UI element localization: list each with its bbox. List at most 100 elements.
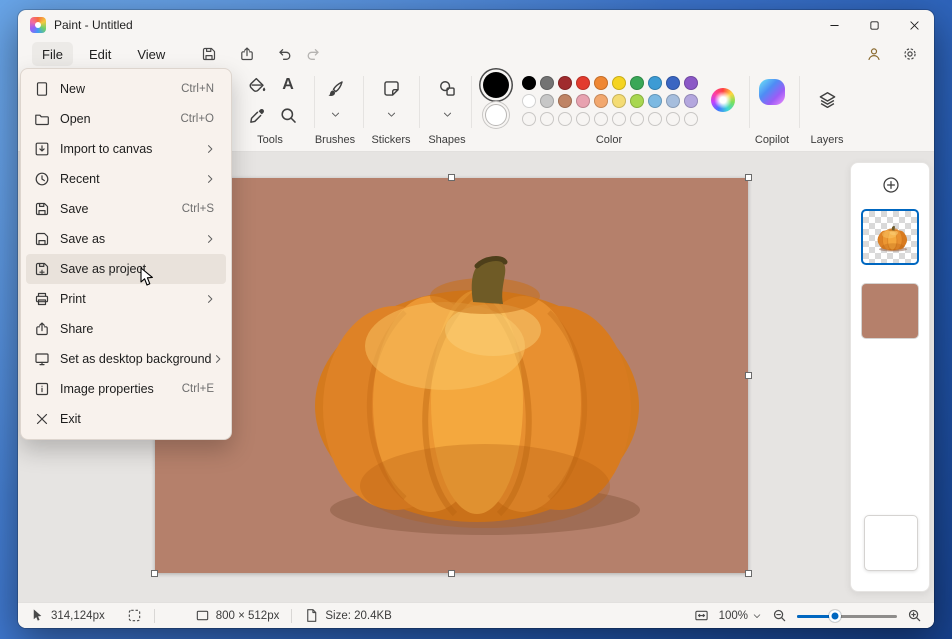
custom-color-slot[interactable] <box>630 112 644 126</box>
custom-color-slot[interactable] <box>648 112 662 126</box>
custom-color-slot[interactable] <box>576 112 590 126</box>
copilot-button[interactable] <box>759 79 785 105</box>
maximize-button[interactable] <box>854 10 894 40</box>
text-tool-glyph: A <box>282 77 294 93</box>
menu-item-save-as-project[interactable]: Save as project <box>26 254 226 284</box>
close-button[interactable] <box>894 10 934 40</box>
menu-item-print[interactable]: Print <box>26 284 226 314</box>
menu-item-import-to-canvas[interactable]: Import to canvas <box>26 134 226 164</box>
color-swatch[interactable] <box>648 76 662 90</box>
undo-button[interactable] <box>271 42 299 66</box>
zoom-out-icon[interactable] <box>772 608 787 623</box>
account-icon[interactable] <box>860 42 888 66</box>
color-swatch[interactable] <box>666 76 680 90</box>
stickers-dropdown-chevron[interactable] <box>383 108 399 120</box>
custom-color-slot[interactable] <box>558 112 572 126</box>
fit-to-screen-icon[interactable] <box>694 608 709 623</box>
zoom-level-dropdown[interactable]: 100% <box>719 610 762 622</box>
custom-color-slot[interactable] <box>666 112 680 126</box>
submenu-chevron-icon <box>204 233 216 245</box>
edit-menu-button[interactable]: Edit <box>79 42 121 66</box>
resize-handle-top-center[interactable] <box>448 174 455 181</box>
color-swatch[interactable] <box>630 76 644 90</box>
submenu-chevron-icon <box>204 143 216 155</box>
zoom-slider-thumb[interactable] <box>829 610 841 622</box>
color-swatch[interactable] <box>576 94 590 108</box>
brushes-button[interactable] <box>321 74 349 102</box>
text-tool[interactable]: A <box>274 71 302 99</box>
menu-item-save-as[interactable]: Save as <box>26 224 226 254</box>
secondary-color-swatch[interactable] <box>485 104 507 126</box>
selection-size-icon[interactable] <box>127 608 142 623</box>
menu-item-open[interactable]: Open Ctrl+O <box>26 104 226 134</box>
brushes-dropdown-chevron[interactable] <box>327 108 343 120</box>
custom-color-slot[interactable] <box>684 112 698 126</box>
menu-item-share[interactable]: Share <box>26 314 226 344</box>
paint-window: Paint - Untitled File Edit View <box>18 10 934 628</box>
layers-button[interactable] <box>813 85 841 113</box>
color-swatch[interactable] <box>648 94 662 108</box>
statusbar: 314,124px 800 × 512px <box>18 602 934 628</box>
menu-item-image-properties[interactable]: Image properties Ctrl+E <box>26 374 226 404</box>
color-swatch[interactable] <box>576 76 590 90</box>
resize-handle-bottom-left[interactable] <box>151 570 158 577</box>
eyedropper-tool[interactable] <box>243 101 271 129</box>
view-menu-button[interactable]: View <box>127 42 175 66</box>
ribbon-divider <box>799 76 800 128</box>
layer-thumbnail-background[interactable] <box>861 283 919 339</box>
menu-item-set-as-desktop-background[interactable]: Set as desktop background <box>26 344 226 374</box>
custom-color-slot[interactable] <box>594 112 608 126</box>
color-swatch[interactable] <box>522 76 536 90</box>
ribbon-divider <box>471 76 472 128</box>
ribbon-divider <box>419 76 420 128</box>
custom-color-slot[interactable] <box>540 112 554 126</box>
color-swatch[interactable] <box>666 94 680 108</box>
save-quick-button[interactable] <box>195 42 223 66</box>
shapes-dropdown-chevron[interactable] <box>439 108 455 120</box>
menu-item-save[interactable]: Save Ctrl+S <box>26 194 226 224</box>
color-swatch[interactable] <box>684 76 698 90</box>
resize-handle-bottom-right[interactable] <box>745 570 752 577</box>
canvas-background-thumbnail[interactable] <box>864 515 918 571</box>
zoom-in-icon[interactable] <box>907 608 922 623</box>
submenu-chevron-icon <box>204 173 216 185</box>
resize-handle-top-right[interactable] <box>745 174 752 181</box>
fill-bucket-tool[interactable] <box>243 71 271 99</box>
zoom-level-text: 100% <box>719 610 748 622</box>
color-swatch[interactable] <box>522 94 536 108</box>
color-swatch[interactable] <box>684 94 698 108</box>
ribbon-divider <box>363 76 364 128</box>
color-swatch[interactable] <box>558 76 572 90</box>
shapes-group-label: Shapes <box>412 134 482 146</box>
menu-item-exit[interactable]: Exit <box>26 404 226 434</box>
layer-thumbnail-pumpkin[interactable] <box>861 209 919 265</box>
cursor-position-text: 314,124px <box>51 610 105 622</box>
menu-item-new[interactable]: New Ctrl+N <box>26 74 226 104</box>
redo-button[interactable] <box>299 42 327 66</box>
color-swatch[interactable] <box>594 94 608 108</box>
shapes-button[interactable] <box>433 74 461 102</box>
resize-handle-bottom-center[interactable] <box>448 570 455 577</box>
file-menu-button[interactable]: File <box>32 42 73 66</box>
zoom-slider[interactable] <box>797 609 897 623</box>
minimize-button[interactable] <box>814 10 854 40</box>
color-swatch[interactable] <box>594 76 608 90</box>
color-swatch[interactable] <box>540 94 554 108</box>
add-layer-button[interactable] <box>879 173 903 197</box>
canvas[interactable] <box>155 178 748 573</box>
menu-item-recent[interactable]: Recent <box>26 164 226 194</box>
color-swatch[interactable] <box>612 94 626 108</box>
resize-handle-right-middle[interactable] <box>745 372 752 379</box>
settings-gear-icon[interactable] <box>896 42 924 66</box>
color-swatch[interactable] <box>558 94 572 108</box>
color-swatch[interactable] <box>630 94 644 108</box>
primary-color-swatch[interactable] <box>483 72 509 98</box>
color-swatch[interactable] <box>540 76 554 90</box>
custom-color-slot[interactable] <box>522 112 536 126</box>
color-swatch[interactable] <box>612 76 626 90</box>
magnifier-tool[interactable] <box>274 101 302 129</box>
custom-color-slot[interactable] <box>612 112 626 126</box>
edit-colors-wheel[interactable] <box>711 88 735 112</box>
stickers-button[interactable] <box>377 74 405 102</box>
share-quick-button[interactable] <box>233 42 261 66</box>
